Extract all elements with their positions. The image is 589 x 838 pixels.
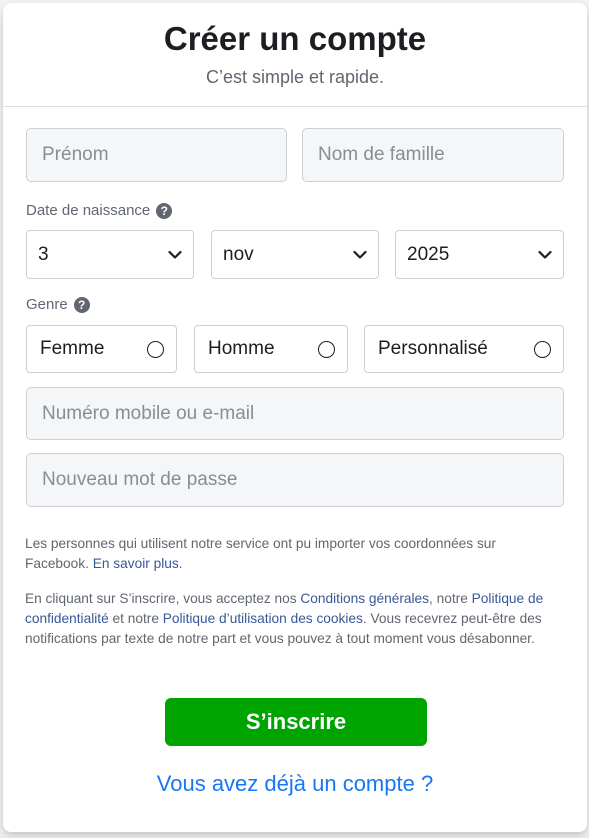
password-field[interactable]: Nouveau mot de passe [26,453,564,507]
birthday-day-select[interactable]: 3 [26,230,194,279]
password-placeholder: Nouveau mot de passe [42,469,238,490]
chevron-down-icon [168,250,182,259]
birthday-year-value: 2025 [407,243,450,265]
terms-link[interactable]: Conditions générales [300,591,429,606]
gender-option-label: Personnalisé [378,338,488,359]
signup-header: Créer un compte C’est simple et rapide. [3,3,587,107]
signup-card: Créer un compte C’est simple et rapide. … [3,3,587,832]
birthday-year-select[interactable]: 2025 [395,230,564,279]
birthday-day-value: 3 [38,243,49,265]
gender-option-homme[interactable]: Homme [194,325,348,373]
cookies-policy-link[interactable]: Politique d’utilisation des cookies [163,611,363,626]
terms-mid-text: , notre [429,591,468,606]
birthday-month-select[interactable]: nov [211,230,379,279]
help-icon[interactable]: ? [156,202,173,219]
gender-option-femme[interactable]: Femme [26,325,177,373]
first-name-placeholder: Prénom [42,144,109,165]
gender-label-row: Genre ? [26,296,90,313]
page-title: Créer un compte [163,20,427,57]
radio-button[interactable] [318,340,335,358]
contact-placeholder: Numéro mobile ou e-mail [42,402,255,424]
signup-button[interactable]: S’inscrire [165,698,427,746]
birthday-label: Date de naissance [26,202,151,219]
birthday-label-row: Date de naissance ? [26,202,173,219]
radio-button[interactable] [147,340,164,358]
learn-more-link[interactable]: En savoir plus [93,556,179,571]
radio-button[interactable] [534,340,551,358]
page-subtitle: C’est simple et rapide. [205,67,385,87]
contacts-notice: Les personnes qui utilisent notre servic… [25,534,545,574]
contacts-notice-end: . [178,556,183,571]
help-icon[interactable]: ? [73,296,90,313]
contact-field[interactable]: Numéro mobile ou e-mail [26,387,564,440]
existing-account-link-text[interactable]: Vous avez déjà un compte ? [157,771,433,796]
last-name-placeholder: Nom de famille [318,144,445,165]
first-name-field[interactable]: Prénom [26,128,287,182]
terms-notice: En cliquant sur S’inscrire, vous accepte… [25,589,545,649]
terms-and-text: et notre [112,611,159,626]
last-name-field[interactable]: Nom de famille [302,128,564,182]
gender-label: Genre [26,296,68,313]
gender-option-label: Homme [208,338,275,359]
chevron-down-icon [538,250,552,259]
existing-account-link: Vous avez déjà un compte ? [3,771,587,797]
gender-option-personnalise[interactable]: Personnalisé [364,325,564,373]
terms-intro-text: En cliquant sur S’inscrire, vous accepte… [25,591,297,606]
gender-option-label: Femme [40,338,105,359]
birthday-month-value: nov [223,243,254,265]
chevron-down-icon [353,250,367,259]
